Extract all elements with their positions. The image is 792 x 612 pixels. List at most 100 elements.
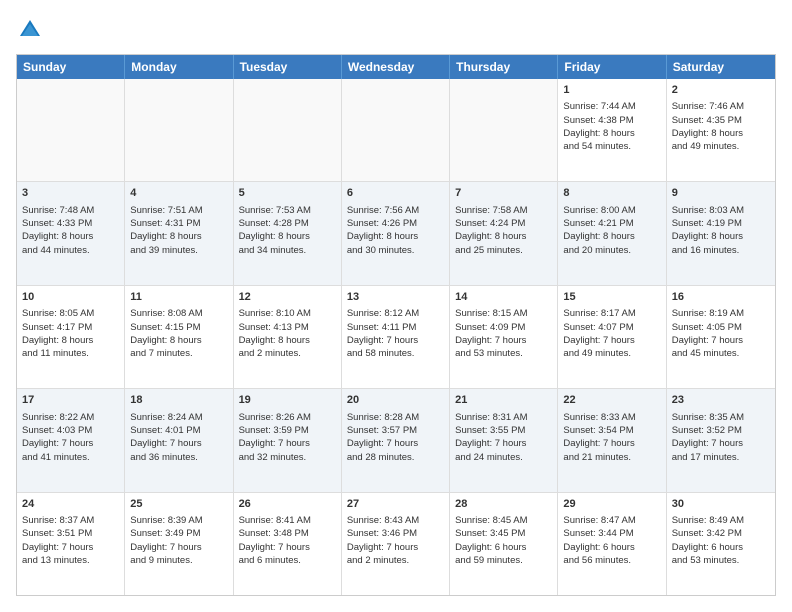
day-info-line: and 25 minutes.: [455, 244, 552, 257]
day-info-line: Sunset: 3:44 PM: [563, 527, 660, 540]
day-info-line: Sunrise: 8:45 AM: [455, 514, 552, 527]
day-info-line: Daylight: 8 hours: [239, 334, 336, 347]
day-23: 23Sunrise: 8:35 AMSunset: 3:52 PMDayligh…: [667, 389, 775, 491]
day-info-line: and 17 minutes.: [672, 451, 770, 464]
day-number: 20: [347, 393, 444, 408]
day-info-line: Sunrise: 8:26 AM: [239, 411, 336, 424]
day-27: 27Sunrise: 8:43 AMSunset: 3:46 PMDayligh…: [342, 493, 450, 595]
day-number: 2: [672, 83, 770, 98]
day-number: 19: [239, 393, 336, 408]
empty-cell-0-1: [125, 79, 233, 181]
day-number: 21: [455, 393, 552, 408]
day-number: 10: [22, 290, 119, 305]
day-info-line: Daylight: 8 hours: [672, 230, 770, 243]
day-info-line: Sunrise: 7:46 AM: [672, 100, 770, 113]
day-info-line: and 24 minutes.: [455, 451, 552, 464]
week-row-3: 10Sunrise: 8:05 AMSunset: 4:17 PMDayligh…: [17, 286, 775, 389]
day-info-line: Daylight: 7 hours: [239, 437, 336, 450]
day-info-line: Sunset: 4:13 PM: [239, 321, 336, 334]
logo: [16, 16, 48, 44]
day-number: 13: [347, 290, 444, 305]
day-29: 29 Sunrise: 8:47 AMSunset: 3:44 PMDayligh…: [558, 493, 666, 595]
day-info-line: Sunrise: 7:56 AM: [347, 204, 444, 217]
day-info-line: and 45 minutes.: [672, 347, 770, 360]
day-info-line: Daylight: 8 hours: [347, 230, 444, 243]
day-info-line: Sunrise: 8:33 AM: [563, 411, 660, 424]
day-11: 11Sunrise: 8:08 AMSunset: 4:15 PMDayligh…: [125, 286, 233, 388]
day-info-line: Daylight: 6 hours: [563, 541, 660, 554]
day-7: 7Sunrise: 7:58 AMSunset: 4:24 PMDaylight…: [450, 182, 558, 284]
day-info-line: and 56 minutes.: [563, 554, 660, 567]
day-info-line: Sunset: 3:54 PM: [563, 424, 660, 437]
week-row-1: 1Sunrise: 7:44 AMSunset: 4:38 PMDaylight…: [17, 79, 775, 182]
day-21: 21Sunrise: 8:31 AMSunset: 3:55 PMDayligh…: [450, 389, 558, 491]
day-info-line: Daylight: 7 hours: [347, 437, 444, 450]
day-info-line: Sunrise: 8:17 AM: [563, 307, 660, 320]
day-info-line: Sunrise: 8:31 AM: [455, 411, 552, 424]
page-header: [16, 16, 776, 44]
day-number: 3: [22, 186, 119, 201]
day-info-line: Sunrise: 8:12 AM: [347, 307, 444, 320]
day-info-line: Sunset: 4:26 PM: [347, 217, 444, 230]
day-number: 11: [130, 290, 227, 305]
day-info-line: Sunset: 4:17 PM: [22, 321, 119, 334]
day-20: 20Sunrise: 8:28 AMSunset: 3:57 PMDayligh…: [342, 389, 450, 491]
day-19: 19Sunrise: 8:26 AMSunset: 3:59 PMDayligh…: [234, 389, 342, 491]
day-info-line: Sunset: 3:48 PM: [239, 527, 336, 540]
day-info-line: Daylight: 7 hours: [130, 541, 227, 554]
header-day-friday: Friday: [558, 55, 666, 79]
day-info-line: Daylight: 8 hours: [22, 334, 119, 347]
day-28: 28Sunrise: 8:45 AMSunset: 3:45 PMDayligh…: [450, 493, 558, 595]
week-row-2: 3Sunrise: 7:48 AMSunset: 4:33 PMDaylight…: [17, 182, 775, 285]
day-info-line: and 9 minutes.: [130, 554, 227, 567]
day-info-line: and 20 minutes.: [563, 244, 660, 257]
day-info-line: and 7 minutes.: [130, 347, 227, 360]
day-info-line: and 41 minutes.: [22, 451, 119, 464]
day-number: 30: [672, 497, 770, 512]
day-info-line: Sunrise: 7:51 AM: [130, 204, 227, 217]
day-info-line: Sunset: 4:38 PM: [563, 114, 660, 127]
day-info-line: Sunrise: 8:49 AM: [672, 514, 770, 527]
day-info-line: Sunset: 4:24 PM: [455, 217, 552, 230]
day-info-line: Sunset: 3:49 PM: [130, 527, 227, 540]
day-info-line: Daylight: 7 hours: [672, 334, 770, 347]
day-info-line: Sunrise: 8:03 AM: [672, 204, 770, 217]
day-info-line: Sunset: 4:01 PM: [130, 424, 227, 437]
day-info-line: Sunrise: 7:58 AM: [455, 204, 552, 217]
day-number: 14: [455, 290, 552, 305]
day-info-line: Sunset: 4:09 PM: [455, 321, 552, 334]
day-number: 29: [563, 497, 660, 512]
day-info-line: Daylight: 7 hours: [22, 541, 119, 554]
day-info-line: Daylight: 8 hours: [22, 230, 119, 243]
day-number: 8: [563, 186, 660, 201]
day-info-line: Sunset: 4:11 PM: [347, 321, 444, 334]
day-25: 25Sunrise: 8:39 AMSunset: 3:49 PMDayligh…: [125, 493, 233, 595]
day-info-line: and 49 minutes.: [672, 140, 770, 153]
day-number: 17: [22, 393, 119, 408]
day-1: 1Sunrise: 7:44 AMSunset: 4:38 PMDaylight…: [558, 79, 666, 181]
day-info-line: and 53 minutes.: [672, 554, 770, 567]
day-number: 12: [239, 290, 336, 305]
day-info-line: and 32 minutes.: [239, 451, 336, 464]
day-info-line: Sunrise: 8:47 AM: [563, 514, 660, 527]
day-number: 5: [239, 186, 336, 201]
day-info-line: and 2 minutes.: [239, 347, 336, 360]
day-10: 10Sunrise: 8:05 AMSunset: 4:17 PMDayligh…: [17, 286, 125, 388]
day-info-line: and 28 minutes.: [347, 451, 444, 464]
week-row-5: 24Sunrise: 8:37 AMSunset: 3:51 PMDayligh…: [17, 493, 775, 595]
calendar: SundayMondayTuesdayWednesdayThursdayFrid…: [16, 54, 776, 596]
day-info-line: Sunset: 4:35 PM: [672, 114, 770, 127]
day-info-line: Daylight: 8 hours: [239, 230, 336, 243]
day-number: 16: [672, 290, 770, 305]
day-number: 23: [672, 393, 770, 408]
day-number: 4: [130, 186, 227, 201]
day-info-line: Daylight: 7 hours: [455, 437, 552, 450]
header-day-tuesday: Tuesday: [234, 55, 342, 79]
day-info-line: and 6 minutes.: [239, 554, 336, 567]
empty-cell-0-0: [17, 79, 125, 181]
day-info-line: Daylight: 6 hours: [672, 541, 770, 554]
empty-cell-0-2: [234, 79, 342, 181]
day-number: 27: [347, 497, 444, 512]
day-info-line: and 30 minutes.: [347, 244, 444, 257]
day-info-line: Sunset: 3:46 PM: [347, 527, 444, 540]
